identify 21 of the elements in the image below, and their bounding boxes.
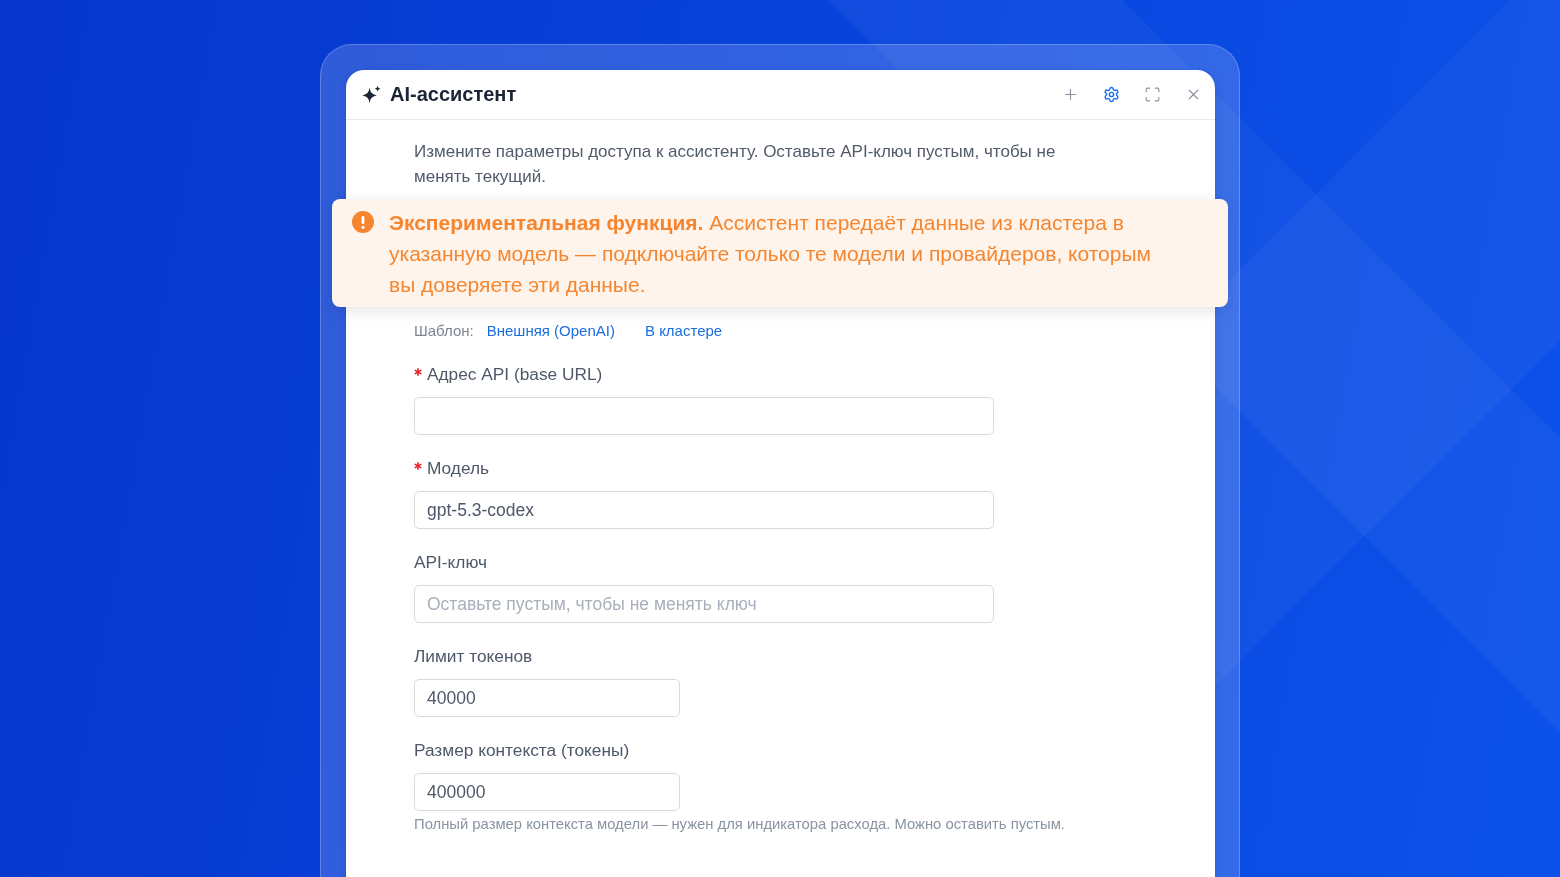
exclamation-icon bbox=[352, 211, 374, 233]
field-label: Лимит токенов bbox=[414, 645, 533, 667]
field-label: Модель bbox=[427, 457, 490, 479]
sparkle-icon bbox=[362, 85, 381, 104]
expand-icon bbox=[1143, 86, 1161, 103]
template-label: Шаблон: bbox=[414, 321, 474, 339]
input-field[interactable]: Оставьте пустым, чтобы не менять ключ bbox=[414, 585, 994, 623]
field-label: Размер контекста (токены) bbox=[414, 739, 630, 761]
input-field[interactable] bbox=[414, 397, 994, 435]
settings-icon bbox=[1102, 86, 1120, 103]
input-field[interactable]: 40000 bbox=[414, 679, 680, 717]
input-field[interactable]: gpt-5.3-codex bbox=[414, 491, 994, 529]
warning-text: Экспериментальная функция. Ассистент передаёт данные из кластера в указанную модель — подключайте только те модели и провайдеров, которым вы доверяете эти данные. bbox=[389, 210, 1152, 298]
template-link[interactable]: Внешняя (OpenAI) bbox=[486, 321, 615, 339]
field-label: Адрес API (base URL) bbox=[427, 363, 603, 385]
template-link[interactable]: В кластере bbox=[644, 321, 723, 339]
hint-text: Полный размер контекста модели — нужен для индикатора расхода. Можно оставить пустым. bbox=[414, 815, 1065, 833]
input-field[interactable]: 400000 bbox=[414, 773, 680, 811]
field-label: API-ключ bbox=[414, 551, 488, 573]
window-title: AI-ассистент bbox=[390, 83, 517, 106]
description-text: Измените параметры доступа к ассистенту. Оставьте API-ключ пустым, чтобы не менять текущий. bbox=[414, 141, 1057, 188]
